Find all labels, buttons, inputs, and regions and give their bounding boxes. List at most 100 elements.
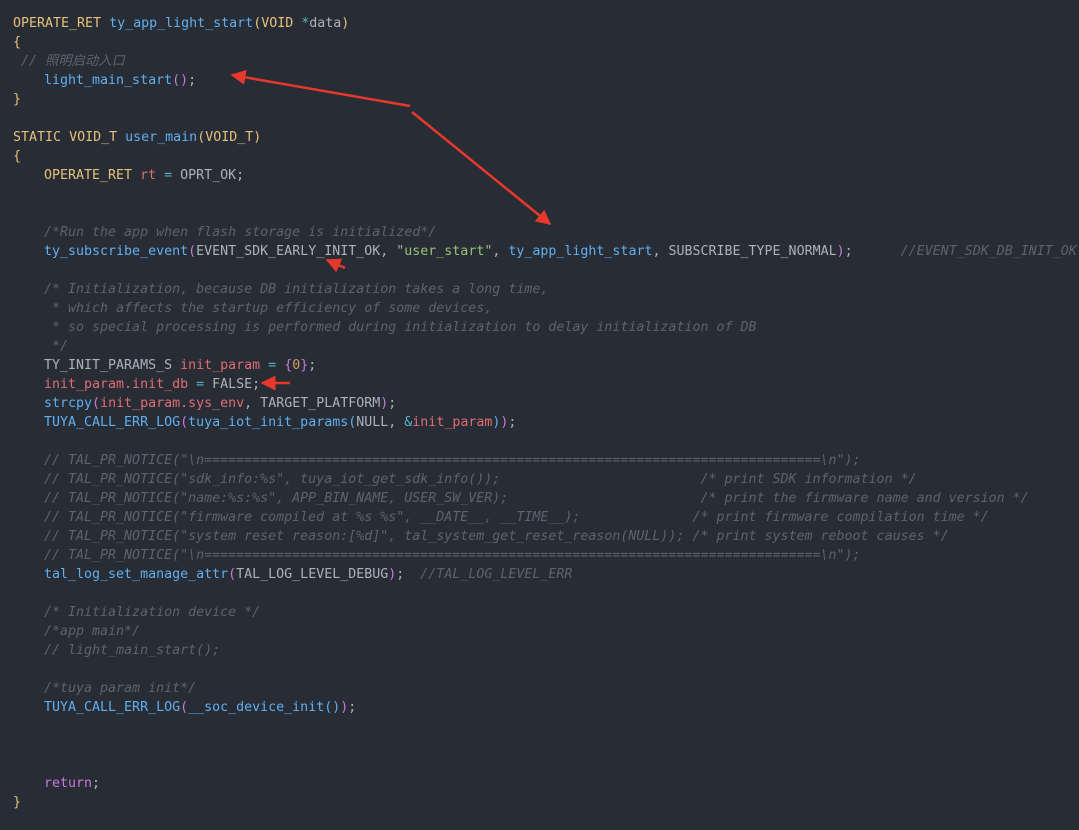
code-token: // TAL_PR_NOTICE("name:%s:%s", APP_BIN_N… [44,491,1029,506]
code-line[interactable] [13,584,1079,603]
code-token: // TAL_PR_NOTICE("\n====================… [44,548,861,563]
code-token: ty_subscribe_event [44,244,189,259]
code-token: , SUBSCRIBE_TYPE_NORMAL [652,244,837,259]
code-line[interactable] [13,185,1079,204]
code-token: , [492,244,509,259]
code-token: * so special processing is performed dur… [44,320,757,335]
code-line[interactable] [13,109,1079,128]
code-token: TY_INIT_PARAMS_S [44,358,181,373]
code-token: tal_log_set_manage_attr [44,567,229,582]
code-line[interactable]: // TAL_PR_NOTICE("sdk_info:%s", tuya_iot… [13,470,1079,489]
code-token: __soc_device_init [188,700,325,715]
code-token: ( [180,700,189,715]
code-token: */ [44,339,69,354]
code-editor[interactable]: OPERATE_RET ty_app_light_start(VOID *dat… [0,0,1079,830]
code-token: // light_main_start(); [44,643,221,658]
code-token: ; [508,415,517,430]
code-token: VOID_T [205,130,254,145]
code-line[interactable]: /*Run the app when flash storage is init… [13,223,1079,242]
code-line[interactable]: { [13,147,1079,166]
code-token: init_param.sys_env [100,396,245,411]
code-line[interactable]: /* Initialization device */ [13,603,1079,622]
code-line[interactable] [13,717,1079,736]
code-token: return [44,776,93,791]
code-token: TAL_LOG_LEVEL_DEBUG [236,567,389,582]
code-token: ; [308,358,317,373]
code-line[interactable]: tal_log_set_manage_attr(TAL_LOG_LEVEL_DE… [13,565,1079,584]
code-line[interactable] [13,261,1079,280]
code-line[interactable]: // 照明启动入口 [13,52,1079,71]
code-line[interactable] [13,755,1079,774]
code-token: // 照明启动入口 [13,54,125,69]
code-token: () [172,73,189,88]
code-line[interactable]: // TAL_PR_NOTICE("firmware compiled at %… [13,508,1079,527]
code-line[interactable]: // light_main_start(); [13,641,1079,660]
code-line[interactable]: return; [13,774,1079,793]
code-token: ty_app_light_start [508,244,653,259]
code-line[interactable]: init_param.init_db = FALSE; [13,375,1079,394]
code-line[interactable]: STATIC VOID_T user_main(VOID_T) [13,128,1079,147]
code-line[interactable]: * which affects the startup efficiency o… [13,299,1079,318]
code-token: // TAL_PR_NOTICE("system reset reason:[%… [44,529,949,544]
code-token: } [13,92,22,107]
code-token: ( [188,244,197,259]
code-line[interactable]: TUYA_CALL_ERR_LOG(__soc_device_init()); [13,698,1079,717]
code-line[interactable]: { [13,33,1079,52]
code-line[interactable]: // TAL_PR_NOTICE("name:%s:%s", APP_BIN_N… [13,489,1079,508]
code-line[interactable]: /*app main*/ [13,622,1079,641]
code-token: { [13,35,22,50]
code-token: /*Run the app when flash storage is init… [44,225,437,240]
code-token: ) [253,130,262,145]
code-line[interactable]: // TAL_PR_NOTICE("system reset reason:[%… [13,527,1079,546]
code-token: ; [396,567,421,582]
code-line[interactable]: /* Initialization, because DB initializa… [13,280,1079,299]
code-token: () [324,700,341,715]
code-token: ( [228,567,237,582]
code-line[interactable] [13,204,1079,223]
code-line[interactable]: ty_subscribe_event(EVENT_SDK_EARLY_INIT_… [13,242,1079,261]
code-token: // TAL_PR_NOTICE("sdk_info:%s", tuya_iot… [44,472,917,487]
code-token: //TAL_LOG_LEVEL_ERR [420,567,573,582]
code-content[interactable]: OPERATE_RET ty_app_light_start(VOID *dat… [13,14,1079,812]
code-token: /*tuya param init*/ [44,681,197,696]
code-token: /* Initialization, because DB initializa… [44,282,549,297]
code-token: NULL, [356,415,405,430]
code-line[interactable]: OPERATE_RET ty_app_light_start(VOID *dat… [13,14,1079,33]
code-token: init_param [412,415,493,430]
code-token: "user_start" [396,244,493,259]
code-token: ) [836,244,845,259]
code-token: ; [388,396,397,411]
code-line[interactable]: // TAL_PR_NOTICE("\n====================… [13,451,1079,470]
code-line[interactable]: OPERATE_RET rt = OPRT_OK; [13,166,1079,185]
code-line[interactable] [13,432,1079,451]
code-line[interactable]: } [13,793,1079,812]
code-line[interactable]: } [13,90,1079,109]
code-token: ( [180,415,189,430]
code-line[interactable] [13,660,1079,679]
code-line[interactable]: TUYA_CALL_ERR_LOG(tuya_iot_init_params(N… [13,413,1079,432]
code-line[interactable]: light_main_start(); [13,71,1079,90]
code-line[interactable]: strcpy(init_param.sys_env, TARGET_PLATFO… [13,394,1079,413]
code-token: TUYA_CALL_ERR_LOG [44,700,181,715]
code-token: ( [92,396,101,411]
code-line[interactable]: TY_INIT_PARAMS_S init_param = {0}; [13,356,1079,375]
code-line[interactable] [13,736,1079,755]
code-token: { [13,149,22,164]
code-token: , TARGET_PLATFORM [244,396,381,411]
code-token: /*app main*/ [44,624,141,639]
code-token: user_main [125,130,198,145]
code-token: init_param [180,358,261,373]
code-line[interactable]: * so special processing is performed dur… [13,318,1079,337]
code-line[interactable]: // TAL_PR_NOTICE("\n====================… [13,546,1079,565]
code-token: // TAL_PR_NOTICE("\n====================… [44,453,861,468]
code-token: * which affects the startup efficiency o… [44,301,493,316]
code-token: = [268,358,277,373]
code-line[interactable]: */ [13,337,1079,356]
code-line[interactable]: /*tuya param init*/ [13,679,1079,698]
